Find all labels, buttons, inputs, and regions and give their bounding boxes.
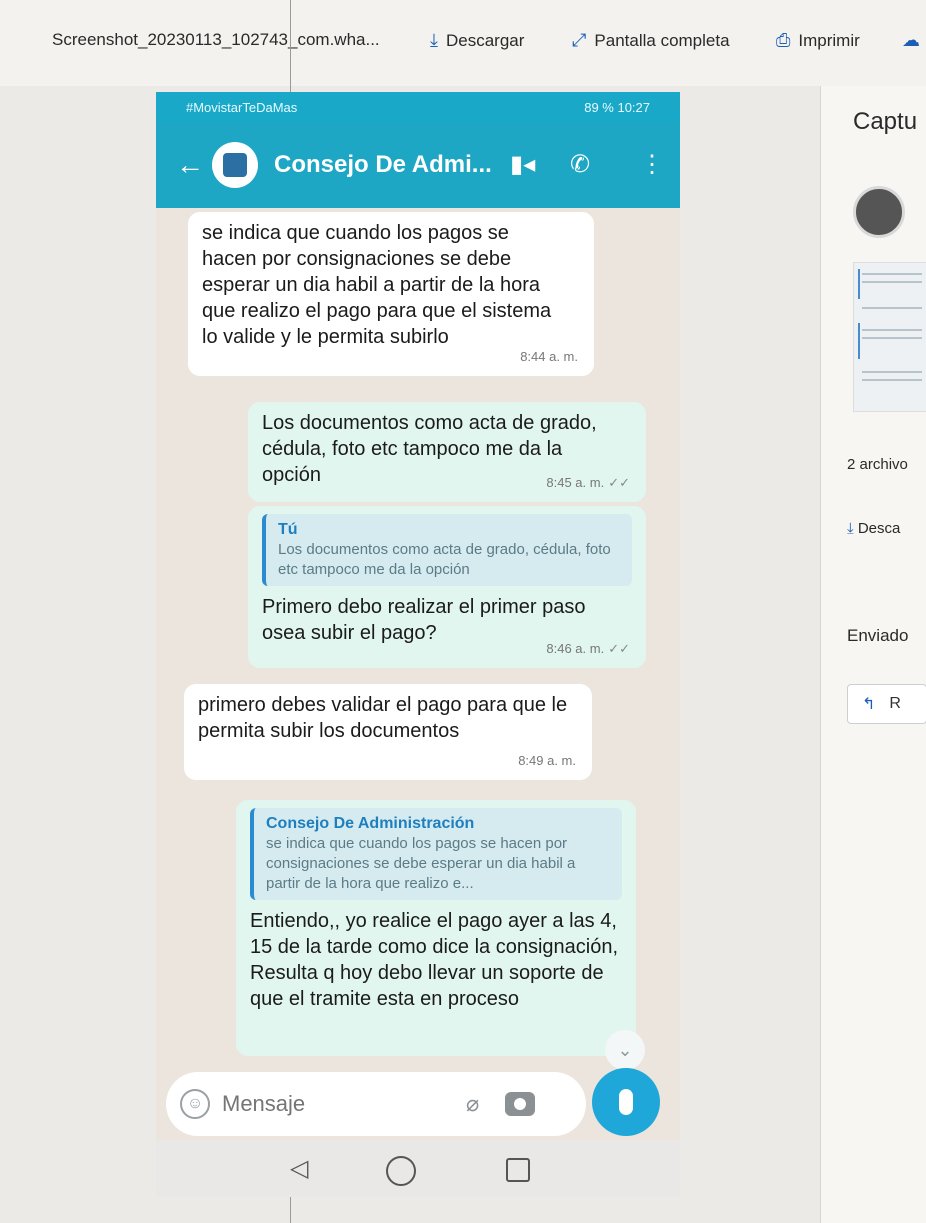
- quote-text: se indica que cuando los pagos se hacen …: [266, 835, 576, 892]
- quote-text: Los documentos como acta de grado, cédul…: [278, 541, 611, 578]
- video-call-icon[interactable]: ▮◂: [510, 150, 535, 179]
- viewer-toolbar: Screenshot_20230113_102743_com.wha... ⤓ …: [0, 0, 926, 86]
- message-outgoing-reply[interactable]: Consejo De Administración se indica que …: [236, 800, 636, 1056]
- reply-icon: ↰: [862, 696, 876, 713]
- message-time: 8:45 a. m. ✓✓: [546, 475, 630, 490]
- download-all-link[interactable]: ⤓ Desca: [847, 520, 900, 537]
- message-text: se indica que cuando los pagos se hacen …: [202, 222, 552, 348]
- status-bar: #MovistarTeDaMas 89 % 10:27: [156, 92, 680, 122]
- nav-home-icon[interactable]: [386, 1156, 416, 1186]
- microphone-icon[interactable]: [592, 1068, 660, 1136]
- cloud-icon: ☁: [902, 30, 920, 50]
- message-text: primero debes validar el pago para que l…: [198, 694, 568, 742]
- contact-avatar[interactable]: [212, 142, 258, 188]
- more-menu-icon[interactable]: ⋮: [640, 150, 664, 179]
- message-incoming[interactable]: primero debes validar el pago para que l…: [184, 684, 592, 780]
- phone-call-icon[interactable]: ✆: [570, 150, 590, 179]
- message-time: 8:44 a. m.: [520, 349, 578, 364]
- status-right: 89 % 10:27: [584, 99, 650, 115]
- download-icon: ⤓: [430, 30, 438, 50]
- camera-icon[interactable]: [505, 1092, 536, 1116]
- nav-back-icon[interactable]: ◁: [290, 1154, 308, 1183]
- message-incoming[interactable]: se indica que cuando los pagos se hacen …: [188, 212, 594, 376]
- share-button[interactable]: ☁: [902, 30, 920, 51]
- chat-title[interactable]: Consejo De Admi...: [274, 151, 492, 179]
- message-text: Entiendo,, yo realice el pago ayer a las…: [250, 910, 619, 1010]
- print-button[interactable]: ⎙ Imprimir: [776, 30, 860, 51]
- phone-screenshot: #MovistarTeDaMas 89 % 10:27 ← Consejo De…: [156, 92, 680, 1197]
- reply-label: R: [889, 695, 901, 712]
- expand-icon: ⤢: [572, 30, 587, 50]
- message-time: 8:49 a. m.: [518, 753, 576, 768]
- email-side-pane: Captu 2 archivo ⤓ Desca Enviado ↰ R: [820, 86, 926, 1223]
- message-outgoing[interactable]: Los documentos como acta de grado, cédul…: [248, 402, 646, 502]
- download-button[interactable]: ⤓ Descargar: [430, 30, 524, 51]
- fullscreen-button[interactable]: ⤢ Pantalla completa: [572, 30, 730, 51]
- reply-button[interactable]: ↰ R: [847, 684, 926, 724]
- carrier-label: #MovistarTeDaMas: [186, 99, 298, 115]
- scroll-down-icon[interactable]: ⌄: [605, 1030, 645, 1070]
- file-name: Screenshot_20230113_102743_com.wha...: [52, 30, 380, 49]
- print-label: Imprimir: [798, 30, 860, 50]
- attachment-thumbnail[interactable]: [853, 262, 926, 412]
- quoted-message[interactable]: Consejo De Administración se indica que …: [250, 808, 622, 900]
- quote-author: Consejo De Administración: [266, 815, 475, 832]
- quoted-message[interactable]: Tú Los documentos como acta de grado, cé…: [262, 514, 632, 586]
- download-label: Descargar: [445, 30, 525, 50]
- message-outgoing-reply[interactable]: Tú Los documentos como acta de grado, cé…: [248, 506, 646, 668]
- sender-avatar: [853, 186, 905, 238]
- android-nav-bar: ◁: [156, 1140, 680, 1197]
- message-input-bar: ☺ ⌀: [166, 1072, 586, 1136]
- message-time: 8:46 a. m. ✓✓: [546, 641, 630, 656]
- message-input[interactable]: [222, 1091, 452, 1117]
- back-arrow-icon[interactable]: ←: [176, 149, 206, 181]
- read-ticks-icon: ✓✓: [608, 475, 630, 490]
- sent-label: Enviado: [847, 626, 909, 645]
- printer-icon: ⎙: [776, 30, 791, 50]
- chat-messages: se indica que cuando los pagos se hacen …: [156, 208, 680, 1108]
- nav-recent-icon[interactable]: [506, 1158, 530, 1182]
- side-title: Captu: [853, 108, 918, 135]
- quote-author: Tú: [278, 521, 298, 538]
- emoji-icon[interactable]: ☺: [180, 1089, 210, 1119]
- attachments-count: 2 archivo: [847, 456, 908, 473]
- read-ticks-icon: ✓✓: [608, 641, 630, 656]
- download-icon: ⤓: [847, 520, 858, 537]
- attach-icon[interactable]: ⌀: [466, 1091, 479, 1117]
- chat-header: ← Consejo De Admi... ▮◂ ✆ ⋮: [156, 122, 680, 208]
- fullscreen-label: Pantalla completa: [594, 30, 730, 50]
